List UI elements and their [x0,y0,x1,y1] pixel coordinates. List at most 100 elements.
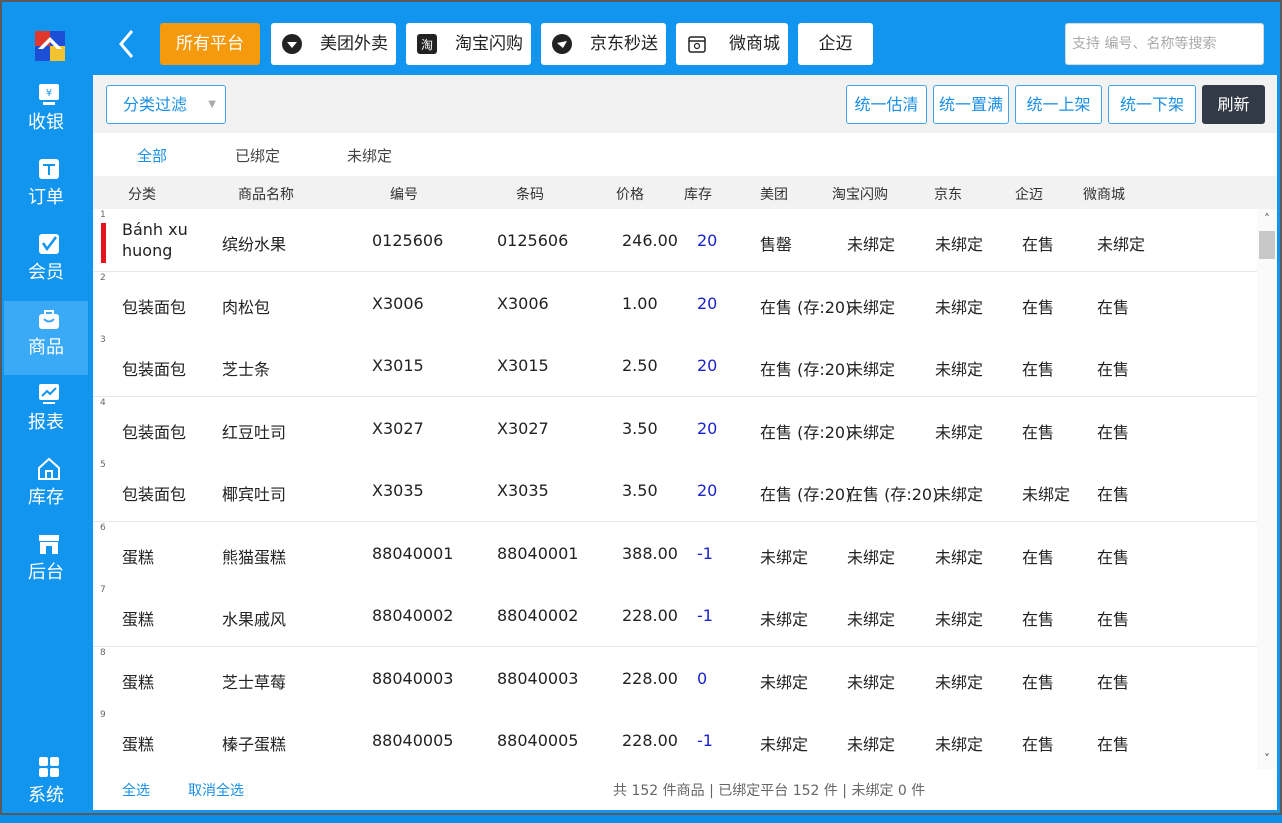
meituan-status-cell: 在售 (存:20) [760,360,852,379]
table-row[interactable]: 1 Bánh xu huong 缤纷水果 0125606 0125606 246.00 20… [93,209,1257,272]
scrollbar-thumb[interactable] [1259,231,1275,259]
name-cell: 红豆吐司 [222,422,287,442]
stock-cell: -1 [697,731,713,750]
table-row[interactable]: 3 包装面包 芝士条 X3015 X3015 2.50 20 在售 (存:20) 未绑定 未绑定在… [93,334,1257,397]
tab-all[interactable]: 全部 [137,145,167,166]
column-header[interactable]: 美团 [760,184,788,204]
qimai-status-cell: 在售 [1022,360,1055,379]
wechat-mall-status-cell: 在售 [1097,610,1130,629]
meituan-icon [282,34,302,54]
stock-cell: 20 [697,231,718,250]
sidebar-item-cashier[interactable]: ¥ 收银 [4,76,88,150]
taobao-status-cell: 未绑定 [847,235,896,254]
price-cell: 2.50 [622,356,658,375]
wechat-mall-status-cell: 未绑定 [1097,235,1146,254]
table-row[interactable]: 5 包装面包 椰宾吐司 X3035 X3035 3.50 20 在售 (存:20) 在售 (存:… [93,459,1257,522]
search-input[interactable]: 支持 编号、名称等搜索 [1065,23,1264,65]
category-cell: Bánh xu huong [122,220,188,260]
column-header[interactable]: 微商城 [1083,184,1125,204]
refresh-button[interactable]: 刷新 [1202,85,1265,124]
platform-tab-all[interactable]: 所有平台 [160,23,260,65]
column-header[interactable]: 分类 [128,184,156,204]
taobao-status-cell: 未绑定 [847,297,896,317]
column-header[interactable]: 京东 [934,184,962,204]
jd-status-cell: 未绑定 [935,672,984,692]
sidebar: ¥ 收银 订单 会员 商品 报表 库存 后台 系统 [4,4,88,813]
bulk-soldout-button[interactable]: 统一估清 [846,85,927,124]
select-all-link[interactable]: 全选 [122,780,150,800]
qimai-status-cell: 在售 [1022,422,1055,442]
column-header[interactable]: 价格 [616,184,644,204]
barcode-cell: 0125606 [497,231,569,250]
wechat-mall-status-cell: 在售 [1097,672,1130,692]
row-number: 4 [100,397,106,408]
price-cell: 228.00 [622,668,678,688]
category-cell: 包装面包 [122,297,187,317]
table-row[interactable]: 8 蛋糕 芝士草莓 88040003 88040003 228.00 0 未绑定 未绑定 未绑定 在… [93,646,1257,710]
platform-tab-wechat-mall[interactable]: 微商城 [676,23,788,65]
qimai-status-cell: 在售 [1022,610,1055,629]
column-header[interactable]: 商品名称 [238,184,294,204]
table-row[interactable]: 4 包装面包 红豆吐司 X3027 X3027 3.50 20 在售 (存:20) 未绑定 未绑定… [93,396,1257,460]
row-number: 7 [100,585,106,595]
barcode-cell: 88040003 [497,668,579,688]
table-row[interactable]: 6 蛋糕 熊猫蛋糕 88040001 88040001 388.00 -1 未绑定 未绑定 未绑定… [93,521,1257,585]
table-row[interactable]: 7 蛋糕 水果戚风 88040002 88040002 228.00 -1 未绑定 未绑定 未绑定… [93,584,1257,647]
scroll-down-icon[interactable]: ˅ [1261,753,1273,765]
row-number: 9 [100,710,106,720]
price-cell: 228.00 [622,606,678,625]
sidebar-item-inventory[interactable]: 库存 [4,451,88,525]
row-number: 1 [100,210,106,220]
bulk-fill-button[interactable]: 统一置满 [933,85,1009,124]
sidebar-item-backend[interactable]: 后台 [4,526,88,600]
bulk-list-button[interactable]: 统一上架 [1015,85,1102,124]
sidebar-item-order[interactable]: 订单 [4,151,88,225]
taobao-status-cell: 未绑定 [847,360,896,379]
sidebar-item-report[interactable]: 报表 [4,376,88,450]
barcode-cell: 88040005 [497,731,579,750]
backend-icon [39,535,59,554]
bulk-delist-button[interactable]: 统一下架 [1108,85,1196,124]
back-arrow-icon[interactable] [117,28,137,60]
category-cell: 包装面包 [122,485,187,504]
tab-unbound[interactable]: 未绑定 [347,145,392,166]
jd-status-cell: 未绑定 [935,735,984,754]
stock-cell: 20 [697,293,718,313]
taobao-status-cell: 未绑定 [847,610,896,629]
scroll-up-icon[interactable]: ˄ [1261,213,1273,225]
sidebar-item-goods[interactable]: 商品 [4,301,88,375]
column-header[interactable]: 编号 [390,184,418,204]
platform-tab-meituan[interactable]: 美团外卖 [271,23,396,65]
price-cell: 3.50 [622,418,658,438]
category-filter-select[interactable]: 分类过滤 ▼ [106,85,226,124]
vertical-scrollbar[interactable]: ˄ ˅ [1257,209,1277,769]
platform-tab-jd[interactable]: 京东秒送 [541,23,666,65]
meituan-status-cell: 售罄 [760,235,793,254]
category-cell: 蛋糕 [122,735,155,754]
sidebar-item-member[interactable]: 会员 [4,226,88,300]
column-header[interactable]: 条码 [516,184,544,204]
platform-tab-qimai[interactable]: 企迈 [798,23,873,65]
sidebar-item-system[interactable]: 系统 [4,749,88,823]
column-header[interactable]: 企迈 [1015,184,1043,204]
sidebar-item-label: 订单 [28,187,64,208]
member-icon [39,234,59,254]
jd-status-cell: 未绑定 [935,235,984,254]
wechat-mall-status-cell: 在售 [1097,297,1130,317]
price-cell: 228.00 [622,731,678,750]
system-icon [39,757,59,777]
barcode-cell: X3035 [497,481,549,500]
taobao-status-cell: 未绑定 [847,735,896,754]
code-cell: X3015 [372,356,424,375]
search-placeholder: 支持 编号、名称等搜索 [1072,36,1217,52]
table-row[interactable]: 9 蛋糕 榛子蛋糕 88040005 88040005 228.00 -1 未绑定 未绑定 未绑定… [93,709,1257,769]
inventory-icon [38,457,60,480]
column-header[interactable]: 淘宝闪购 [832,184,888,204]
row-number: 3 [100,335,106,345]
tab-bound[interactable]: 已绑定 [235,145,280,166]
platform-tab-taobao[interactable]: 淘 淘宝闪购 [406,23,531,65]
column-header[interactable]: 库存 [684,184,712,204]
deselect-all-link[interactable]: 取消全选 [188,780,244,800]
platform-tab-label: 美团外卖 [320,34,388,54]
table-row[interactable]: 2 包装面包 肉松包 X3006 X3006 1.00 20 在售 (存:20) 未绑定 未绑定在… [93,271,1257,335]
